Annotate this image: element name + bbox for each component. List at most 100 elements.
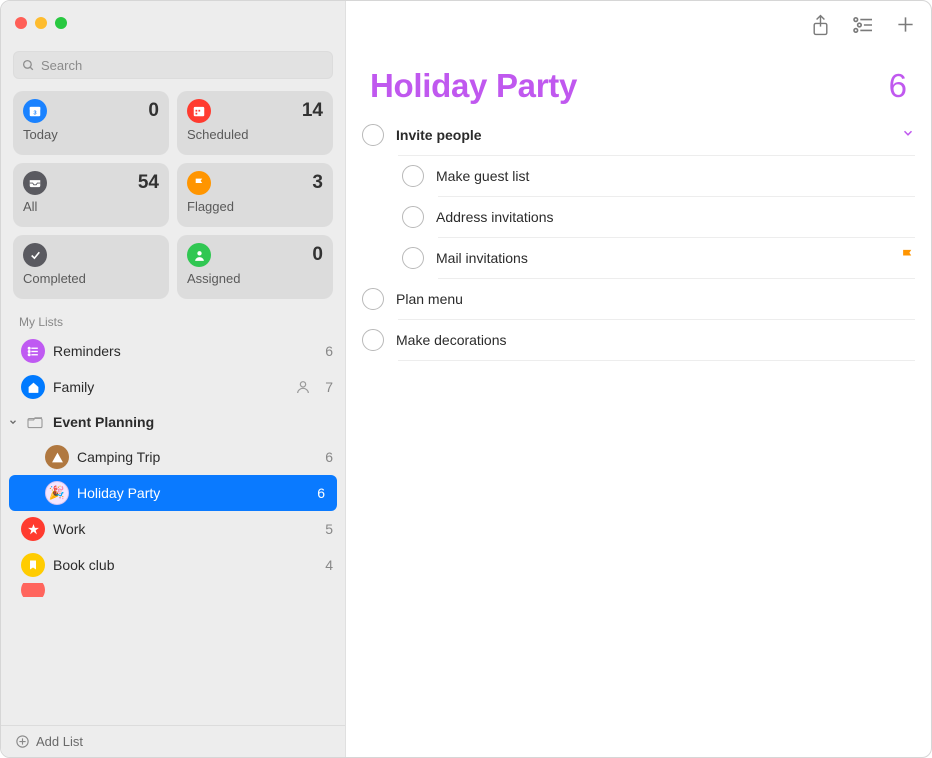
list-header: Holiday Party 6 (346, 53, 931, 111)
reminder-title: Make decorations (396, 332, 915, 348)
checkbox-empty-icon[interactable] (362, 329, 384, 351)
list-hidden-partial[interactable] (1, 583, 345, 597)
titlebar (1, 1, 345, 45)
view-options-button[interactable] (852, 16, 874, 39)
flag-icon (187, 171, 211, 195)
reminder-make-guest-list[interactable]: Make guest list (362, 156, 915, 196)
checkbox-empty-icon[interactable] (402, 165, 424, 187)
add-list-button[interactable]: Add List (1, 725, 345, 757)
list-count: 6 (889, 67, 907, 105)
smart-completed-label: Completed (23, 271, 159, 286)
smart-completed[interactable]: Completed (13, 235, 169, 299)
reminder-make-decorations[interactable]: Make decorations (362, 320, 915, 360)
list-name: Family (53, 379, 287, 395)
smart-all[interactable]: 54 All (13, 163, 169, 227)
list-reminders[interactable]: Reminders 6 (1, 333, 345, 369)
list-name: Reminders (53, 343, 317, 359)
reminder-plan-menu[interactable]: Plan menu (362, 279, 915, 319)
my-lists-header: My Lists (1, 305, 345, 333)
reminders-window: Search 3 0 Today 14 Schedul (0, 0, 932, 758)
search-icon (22, 59, 35, 72)
reminder-title: Make guest list (436, 168, 915, 184)
fullscreen-window-button[interactable] (55, 17, 67, 29)
search-placeholder: Search (41, 58, 82, 73)
plus-icon (896, 15, 915, 34)
checkbox-empty-icon[interactable] (402, 206, 424, 228)
reminder-title: Mail invitations (436, 250, 888, 266)
group-event-planning[interactable]: Event Planning (1, 405, 345, 439)
smart-assigned-label: Assigned (187, 271, 323, 286)
smart-flagged-label: Flagged (187, 199, 323, 214)
list-count: 6 (325, 449, 333, 465)
group-name: Event Planning (53, 414, 154, 430)
checkbox-empty-icon[interactable] (402, 247, 424, 269)
list-name: Work (53, 521, 317, 537)
add-list-label: Add List (36, 734, 83, 749)
checkbox-empty-icon[interactable] (362, 124, 384, 146)
chevron-down-icon (5, 417, 21, 427)
lists-container: Reminders 6 Family 7 Event Planning (1, 333, 345, 725)
person-icon (187, 243, 211, 267)
smart-scheduled-label: Scheduled (187, 127, 323, 142)
plus-circle-icon (15, 734, 30, 749)
calendar-today-icon: 3 (23, 99, 47, 123)
smart-assigned-count: 0 (312, 244, 323, 266)
close-window-button[interactable] (15, 17, 27, 29)
star-icon (21, 517, 45, 541)
list-count: 6 (317, 485, 325, 501)
search-input[interactable]: Search (13, 51, 333, 79)
new-reminder-button[interactable] (896, 15, 915, 39)
expand-subtasks-button[interactable] (901, 126, 915, 145)
smart-scheduled[interactable]: 14 Scheduled (177, 91, 333, 155)
smart-flagged-count: 3 (312, 172, 323, 194)
list-count: 6 (325, 343, 333, 359)
reminder-title: Address invitations (436, 209, 915, 225)
reminder-invite-people[interactable]: Invite people (362, 115, 915, 155)
reminder-title: Plan menu (396, 291, 915, 307)
calendar-icon (187, 99, 211, 123)
list-work[interactable]: Work 5 (1, 511, 345, 547)
toolbar (346, 1, 931, 53)
list-camping-trip[interactable]: Camping Trip 6 (1, 439, 345, 475)
reminder-address-invitations[interactable]: Address invitations (362, 197, 915, 237)
checkbox-empty-icon[interactable] (362, 288, 384, 310)
list-family[interactable]: Family 7 (1, 369, 345, 405)
list-count: 7 (325, 379, 333, 395)
list-bullet-icon (21, 339, 45, 363)
checkmark-icon (23, 243, 47, 267)
list-title: Holiday Party (370, 67, 577, 105)
party-popper-icon: 🎉 (45, 481, 69, 505)
list-name: Camping Trip (77, 449, 317, 465)
main-panel: Holiday Party 6 Invite people Make guest… (346, 1, 931, 757)
share-button[interactable] (811, 14, 830, 41)
chevron-down-icon (901, 126, 915, 140)
reminder-items: Invite people Make guest list Address in… (346, 111, 931, 361)
smart-all-label: All (23, 199, 159, 214)
reminder-mail-invitations[interactable]: Mail invitations (362, 238, 915, 278)
share-icon (811, 14, 830, 36)
smart-today[interactable]: 3 0 Today (13, 91, 169, 155)
bookmark-icon (21, 553, 45, 577)
list-count: 5 (325, 521, 333, 537)
tent-icon (45, 445, 69, 469)
folder-icon (25, 414, 45, 430)
list-name: Holiday Party (77, 485, 309, 501)
shared-icon (295, 379, 311, 395)
house-icon (21, 375, 45, 399)
window-controls (15, 17, 67, 29)
list-icon (21, 583, 45, 597)
flag-icon (900, 248, 915, 268)
list-count: 4 (325, 557, 333, 573)
list-book-club[interactable]: Book club 4 (1, 547, 345, 583)
list-holiday-party[interactable]: 🎉 Holiday Party 6 (9, 475, 337, 511)
smart-lists-grid: 3 0 Today 14 Scheduled (1, 91, 345, 305)
smart-flagged[interactable]: 3 Flagged (177, 163, 333, 227)
smart-scheduled-count: 14 (302, 100, 323, 122)
sidebar: Search 3 0 Today 14 Schedul (1, 1, 346, 757)
reminder-title: Invite people (396, 127, 889, 143)
list-name: Book club (53, 557, 317, 573)
tray-icon (23, 171, 47, 195)
list-indent-icon (852, 16, 874, 34)
smart-assigned[interactable]: 0 Assigned (177, 235, 333, 299)
minimize-window-button[interactable] (35, 17, 47, 29)
